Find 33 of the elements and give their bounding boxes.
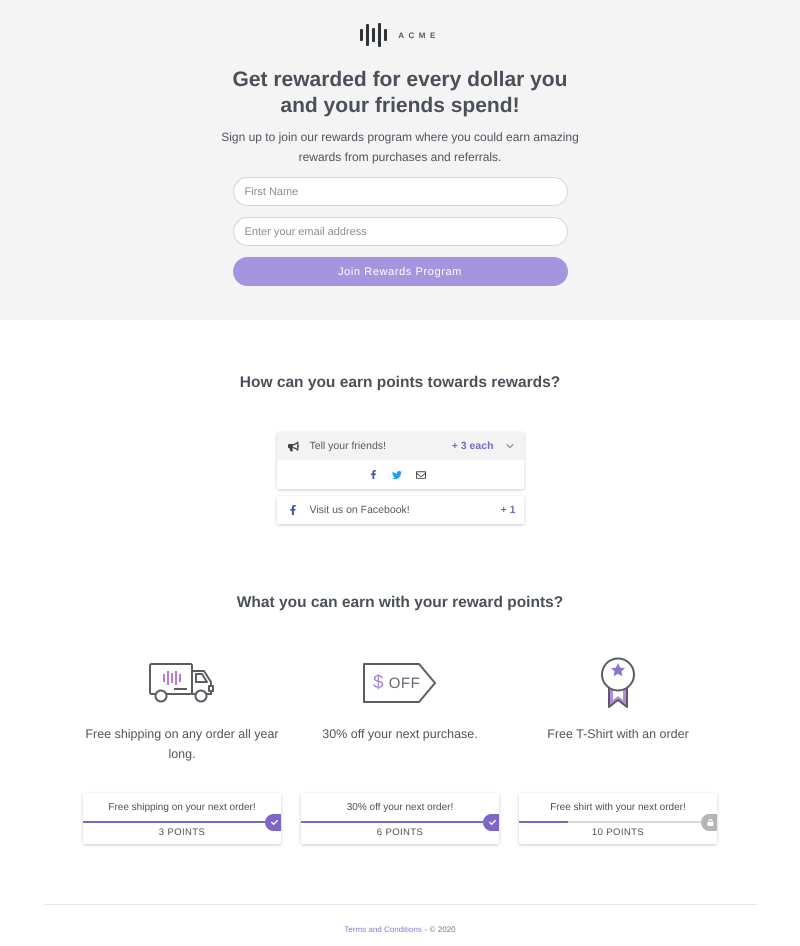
reward-description: 30% off your next purchase. xyxy=(321,726,479,743)
reward-description: Free shipping on any order all year long. xyxy=(84,726,280,763)
reward-points: 3 POINTS xyxy=(158,826,206,840)
hero-title: Get rewarded for every dollar you and your friends spend! xyxy=(232,67,568,119)
input-field[interactable]: Enter your email address xyxy=(232,217,568,246)
email-icon[interactable] xyxy=(416,470,426,480)
reward-points: 10 POINTS xyxy=(592,826,644,840)
action-label: Visit us on Facebook! xyxy=(310,504,410,516)
action-label: Tell your friends! xyxy=(310,440,386,452)
tag-label: $ OFF xyxy=(373,672,420,694)
hero-subtitle: Sign up to join our rewards program where you could earn amazing rewards from purchases and referrals. xyxy=(220,129,580,166)
reward-points: 6 POINTS xyxy=(376,826,424,840)
medal-icon xyxy=(600,657,636,709)
action-points: + 1 xyxy=(500,504,516,516)
megaphone-icon xyxy=(288,440,298,452)
action-points: + 3 each xyxy=(452,440,494,452)
section-heading: How can you earn points towards rewards? xyxy=(240,373,560,393)
copyright-text: - © 2020 xyxy=(424,925,456,935)
action-header[interactable]: Visit us on Facebook! + 1 xyxy=(276,496,524,524)
truck-icon xyxy=(149,663,215,703)
reward-description: Free T-Shirt with an order xyxy=(546,726,690,743)
facebook-icon[interactable] xyxy=(369,470,378,479)
logo-text: ACME xyxy=(398,30,440,40)
input-field[interactable]: First Name xyxy=(232,177,568,206)
logo-icon xyxy=(360,23,388,47)
section-heading: What you can earn with your reward points? xyxy=(236,593,564,613)
facebook-icon xyxy=(288,505,298,515)
reward-title: 30% off your next order! xyxy=(346,801,454,815)
action-header[interactable]: Tell your friends! + 3 each xyxy=(276,432,524,460)
reward-title: Free shipping on your next order! xyxy=(108,801,256,815)
twitter-icon[interactable] xyxy=(392,470,402,480)
terms-link[interactable]: Terms and Conditions xyxy=(344,925,422,935)
reward-title: Free shirt with your next order! xyxy=(550,801,686,815)
